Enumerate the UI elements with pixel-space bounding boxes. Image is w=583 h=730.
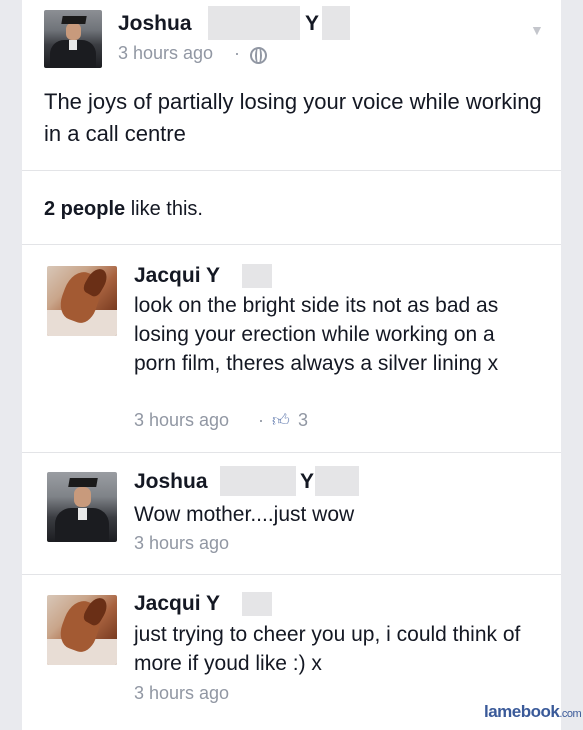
thumbs-up-icon[interactable]: 👍︎ [272,410,290,431]
redacted-surname [220,466,296,496]
post-card: Joshua Y 3 hours ago · ▼ The joys of par… [22,0,561,730]
likes-summary[interactable]: 2 people like this. [44,198,203,221]
redacted-surname [208,6,300,40]
likes-suffix: like this. [125,198,203,220]
post-author-avatar[interactable] [44,10,102,68]
redacted-surname [322,6,350,40]
comment-text: just trying to cheer you up, i could thi… [134,623,521,675]
divider [22,452,561,453]
meta-separator: · [234,43,240,63]
chevron-down-icon[interactable]: ▼ [530,22,544,38]
comment-like-count[interactable]: 3 [298,410,308,431]
meta-separator: · [258,410,264,430]
redacted-surname [242,264,272,288]
divider [22,574,561,575]
watermark-logo: lamebook.com [484,702,582,722]
divider [22,244,561,245]
comment-author-name[interactable]: Jacqui Y [134,264,220,288]
watermark-tld: .com [559,708,582,720]
comment-author-avatar[interactable] [47,266,117,336]
globe-icon [250,47,267,64]
comment-timestamp[interactable]: 3 hours ago [134,410,229,431]
comment-author-name[interactable]: Jacqui Y [134,592,220,616]
comment-text: look on the bright side its not as bad a… [134,294,499,375]
comment-text: Wow mother....just wow [134,503,355,526]
redacted-surname [242,592,272,616]
comment-author-avatar[interactable] [47,472,117,542]
comment-timestamp[interactable]: 3 hours ago [134,683,229,704]
left-gutter [0,0,22,730]
divider [22,170,561,171]
redacted-surname [315,466,359,496]
likes-count[interactable]: 2 people [44,198,125,220]
comment-author-initial[interactable]: Y [300,470,314,494]
comment-author-name[interactable]: Joshua [134,470,208,494]
comment-timestamp[interactable]: 3 hours ago [134,533,229,554]
post-author-name[interactable]: Joshua [118,12,192,36]
right-gutter [561,0,583,730]
post-author-initial[interactable]: Y [305,12,319,36]
post-text: The joys of partially losing your voice … [44,89,542,146]
watermark-brand: lamebook [484,702,560,721]
post-timestamp[interactable]: 3 hours ago [118,43,213,64]
comment-author-avatar[interactable] [47,595,117,665]
